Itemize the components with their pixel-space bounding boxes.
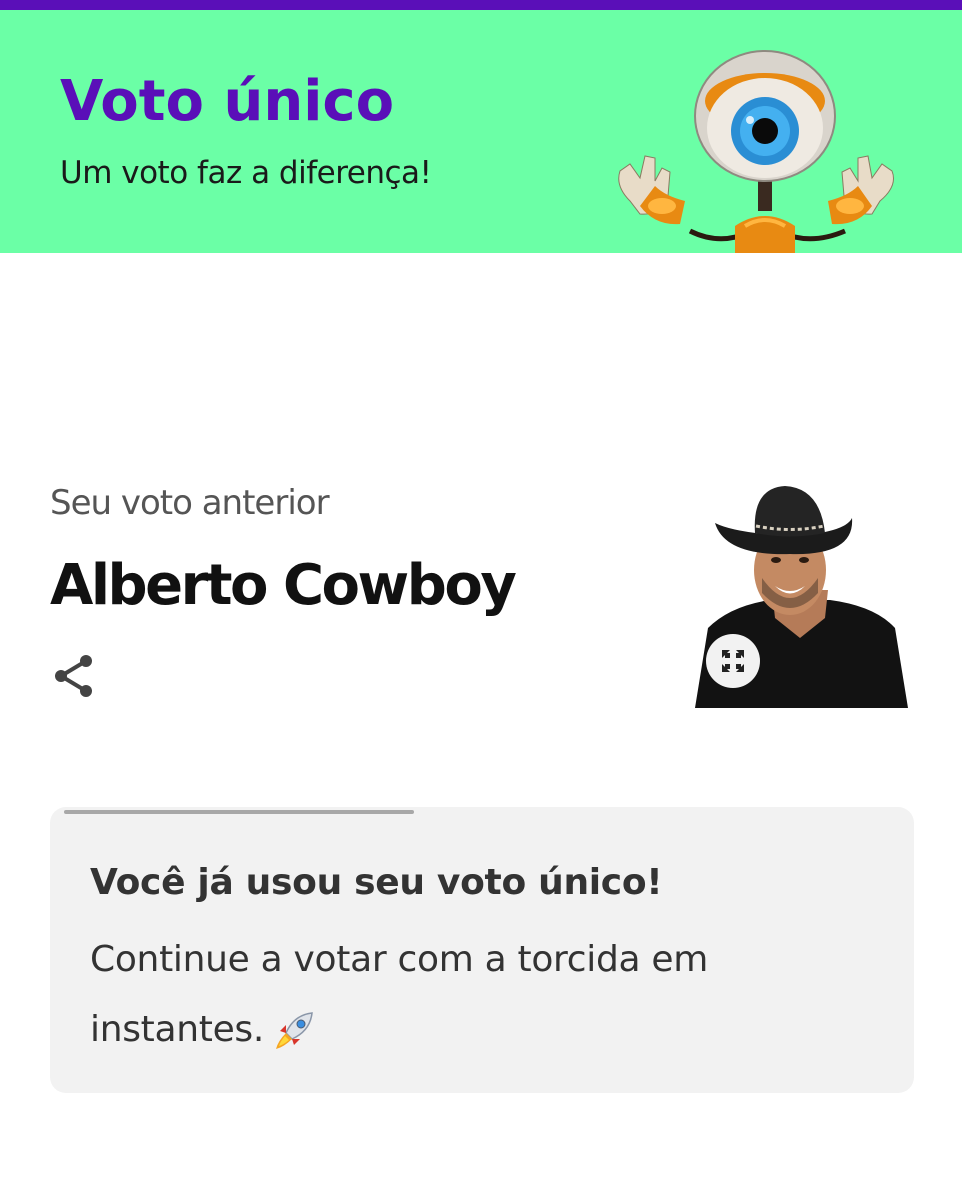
notice-title: Você já usou seu voto único!	[90, 862, 663, 903]
top-accent-bar	[0, 0, 962, 10]
candidate-name: Alberto Cowboy	[50, 553, 517, 618]
header-banner: Voto único Um voto faz a diferença!	[0, 10, 962, 253]
share-icon[interactable]	[52, 652, 98, 700]
expand-icon	[722, 650, 744, 672]
vote-used-notice: Você já usou seu voto único! Continue a …	[50, 807, 914, 1093]
page-title: Voto único	[60, 69, 395, 134]
big-brother-eye-mascot	[618, 50, 894, 253]
page-subtitle: Um voto faz a diferença!	[60, 155, 432, 191]
expand-photo-button[interactable]	[706, 634, 760, 688]
notice-progress-bar	[64, 810, 414, 814]
notice-body: Continue a votar com a torcida em instan…	[90, 925, 790, 1065]
rocket-icon	[276, 1012, 313, 1049]
notice-body-text: Continue a votar com a torcida em instan…	[90, 939, 709, 1050]
previous-vote-label: Seu voto anterior	[50, 483, 330, 523]
